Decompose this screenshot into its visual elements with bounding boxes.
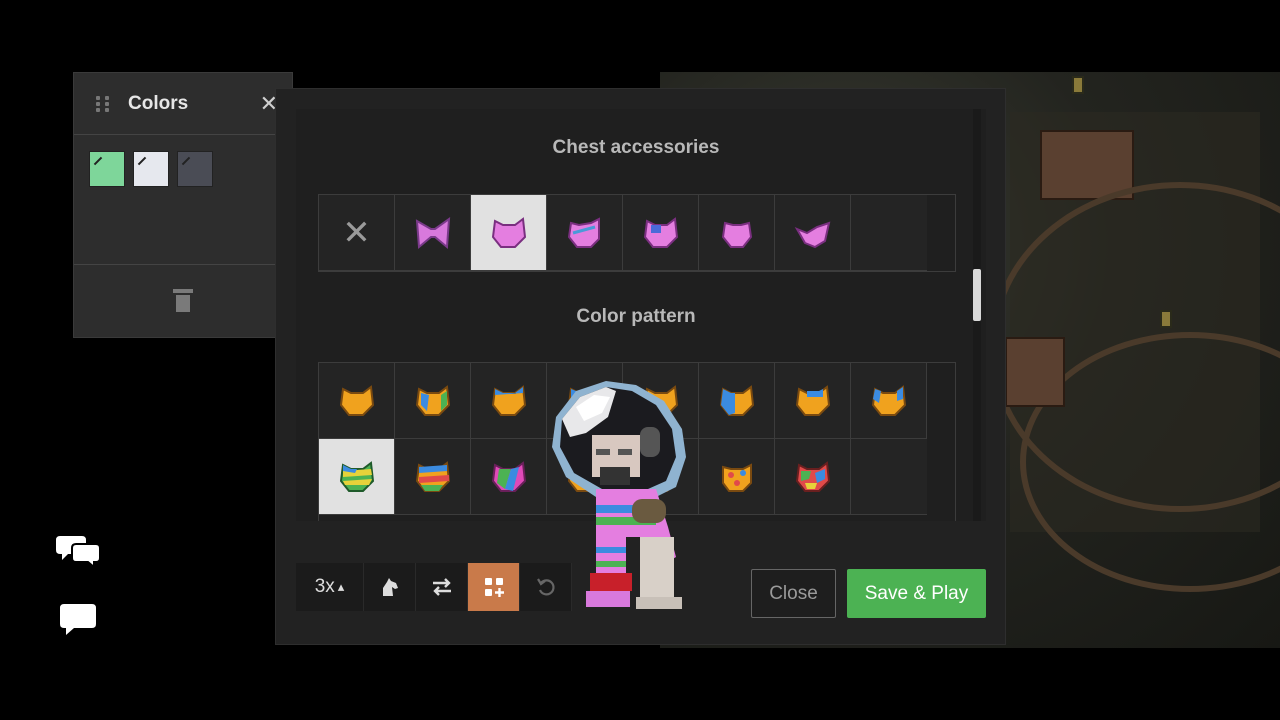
pattern-option[interactable]	[319, 363, 395, 439]
zoom-button[interactable]: 3x ▴	[296, 563, 364, 611]
accessory-option[interactable]	[699, 195, 775, 271]
colors-panel-title: Colors	[128, 92, 189, 114]
pattern-sides-icon	[871, 384, 906, 416]
pattern-solid-icon	[339, 384, 374, 416]
pattern-option-selected[interactable]	[319, 439, 395, 515]
colors-panel-header[interactable]: Colors ✕	[74, 73, 292, 135]
heart-patch-accessory-icon	[643, 216, 678, 248]
pattern-camo-icon	[795, 460, 830, 492]
pattern-option[interactable]	[699, 439, 775, 515]
accessory-option[interactable]	[547, 195, 623, 271]
mine-cart-lower	[1005, 337, 1065, 407]
swatch-list	[74, 135, 292, 265]
accessory-none-option[interactable]: ✕	[319, 195, 395, 271]
pattern-spots-icon	[721, 462, 752, 492]
swap-icon	[432, 578, 451, 596]
swap-button[interactable]	[416, 563, 468, 611]
pattern-empty-slot	[851, 439, 927, 515]
chat-bubbles-icon[interactable]	[56, 532, 102, 568]
pattern-rainbow-icon	[415, 460, 450, 492]
color-swatch[interactable]	[133, 151, 169, 187]
color-swatch[interactable]	[177, 151, 213, 187]
drag-handle-icon[interactable]	[96, 95, 110, 112]
accessory-option[interactable]	[623, 195, 699, 271]
trash-icon[interactable]	[173, 289, 193, 313]
section-title-color-pattern: Color pattern	[576, 306, 696, 327]
pattern-option[interactable]	[395, 439, 471, 515]
accessory-empty-slot	[851, 195, 927, 271]
colors-panel-footer	[74, 265, 292, 337]
caret-up-icon: ▴	[337, 579, 345, 594]
horse-button[interactable]	[364, 563, 416, 611]
options-scrollbar-thumb[interactable]	[973, 269, 981, 321]
pattern-option[interactable]	[775, 439, 851, 515]
chat-bubble-icon[interactable]	[58, 602, 98, 638]
small-heart-accessory-icon	[794, 220, 830, 248]
bow-accessory-icon	[415, 216, 450, 249]
save-and-play-button[interactable]: Save & Play	[847, 569, 986, 618]
pattern-option[interactable]	[395, 363, 471, 439]
lantern-icon	[1072, 76, 1084, 94]
close-button[interactable]: Close	[751, 569, 836, 618]
round-heart-accessory-icon	[721, 221, 752, 248]
colors-panel: Colors ✕	[73, 72, 293, 338]
horse-icon	[382, 578, 398, 596]
pattern-half-icon	[719, 384, 754, 416]
lantern-icon-lower	[1160, 310, 1172, 328]
accessory-option[interactable]	[775, 195, 851, 271]
color-swatch[interactable]	[89, 151, 125, 187]
game-screen: Colors ✕ Chest accessories ✕ Color patte…	[0, 0, 1280, 720]
pattern-option[interactable]	[699, 363, 775, 439]
heart-accessory-icon	[491, 216, 526, 248]
accessory-option-selected[interactable]	[471, 195, 547, 271]
none-icon: ✕	[342, 213, 371, 252]
pattern-stripes-icon	[339, 460, 374, 492]
pattern-option[interactable]	[775, 363, 851, 439]
chest-accessories-grid: ✕	[318, 194, 956, 272]
pattern-option[interactable]	[851, 363, 927, 439]
zoom-label: 3x	[314, 576, 335, 597]
pattern-top-icon	[491, 384, 526, 416]
editor-toolbar: 3x ▴	[296, 563, 572, 611]
grid-add-button[interactable]	[468, 563, 520, 611]
pattern-split-icon	[415, 384, 450, 416]
grid-add-icon	[484, 578, 504, 597]
accessory-option[interactable]	[395, 195, 471, 271]
pattern-cap-icon	[795, 384, 830, 416]
options-scrollbar[interactable]	[973, 109, 981, 521]
pattern-diagonal-icon	[491, 460, 526, 492]
character-preview	[552, 381, 686, 609]
section-title-chest-accessories: Chest accessories	[552, 137, 720, 158]
heart-strap-accessory-icon	[567, 216, 600, 248]
